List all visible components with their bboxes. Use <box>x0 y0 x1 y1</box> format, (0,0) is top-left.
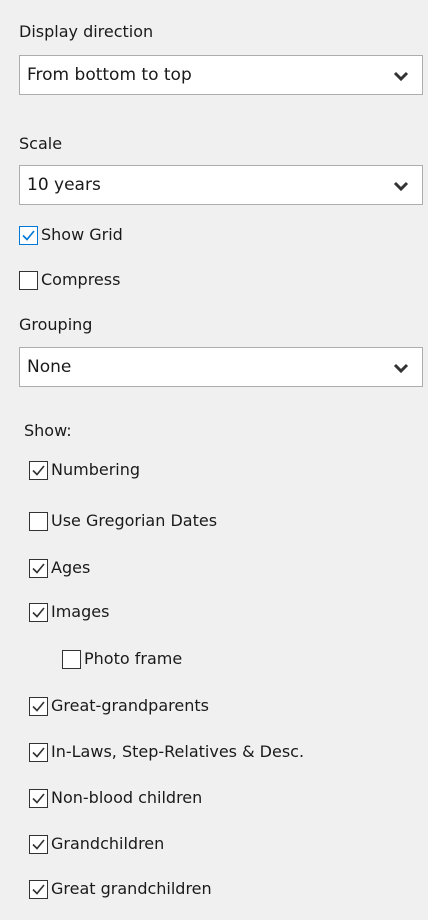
grouping-label: Grouping <box>19 315 93 334</box>
great-grandchildren-label: Great grandchildren <box>51 879 212 898</box>
scale-label: Scale <box>19 134 63 153</box>
chevron-down-icon[interactable] <box>393 360 409 374</box>
grouping-value: None <box>27 357 72 377</box>
use-gregorian-dates-label: Use Gregorian Dates <box>51 511 218 530</box>
checkbox-checked-icon[interactable] <box>29 696 48 716</box>
in-laws-label: In-Laws, Step-Relatives & Desc. <box>51 742 305 761</box>
show-grid-label: Show Grid <box>41 225 123 244</box>
images-checkbox[interactable]: Images <box>29 600 109 624</box>
checkbox-checked-icon[interactable] <box>19 225 38 245</box>
checkbox-checked-icon[interactable] <box>29 788 48 808</box>
great-grandchildren-checkbox[interactable]: Great grandchildren <box>29 877 212 901</box>
checkbox-checked-icon[interactable] <box>29 558 48 578</box>
checkbox-checked-icon[interactable] <box>29 879 48 899</box>
checkbox-checked-icon[interactable] <box>29 742 48 762</box>
ages-checkbox[interactable]: Ages <box>29 556 90 580</box>
photo-frame-label: Photo frame <box>84 649 183 668</box>
images-label: Images <box>51 602 110 621</box>
non-blood-children-checkbox[interactable]: Non-blood children <box>29 786 202 810</box>
display-direction-dropdown[interactable]: From bottom to top <box>19 55 423 95</box>
compress-label: Compress <box>41 270 121 289</box>
great-grandparents-checkbox[interactable]: Great-grandparents <box>29 694 209 718</box>
scale-dropdown[interactable]: 10 years <box>19 165 423 205</box>
scale-value: 10 years <box>27 175 101 195</box>
show-grid-checkbox[interactable]: Show Grid <box>19 223 123 247</box>
grandchildren-label: Grandchildren <box>51 834 165 853</box>
in-laws-checkbox[interactable]: In-Laws, Step-Relatives & Desc. <box>29 740 304 764</box>
grandchildren-checkbox[interactable]: Grandchildren <box>29 832 164 856</box>
options-panel: Display direction From bottom to top Sca… <box>0 0 428 920</box>
checkbox-checked-icon[interactable] <box>29 460 48 480</box>
checkbox-unchecked-icon[interactable] <box>62 649 81 669</box>
grouping-dropdown[interactable]: None <box>19 347 423 387</box>
checkbox-unchecked-icon[interactable] <box>19 270 38 290</box>
use-gregorian-dates-checkbox[interactable]: Use Gregorian Dates <box>29 509 217 533</box>
photo-frame-checkbox[interactable]: Photo frame <box>62 647 182 671</box>
show-heading: Show: <box>24 421 72 440</box>
non-blood-children-label: Non-blood children <box>51 788 203 807</box>
ages-label: Ages <box>51 558 91 577</box>
display-direction-value: From bottom to top <box>27 65 192 85</box>
chevron-down-icon[interactable] <box>393 178 409 192</box>
chevron-down-icon[interactable] <box>393 68 409 82</box>
checkbox-checked-icon[interactable] <box>29 602 48 622</box>
checkbox-checked-icon[interactable] <box>29 834 48 854</box>
numbering-label: Numbering <box>51 460 141 479</box>
numbering-checkbox[interactable]: Numbering <box>29 458 140 482</box>
great-grandparents-label: Great-grandparents <box>51 696 209 715</box>
compress-checkbox[interactable]: Compress <box>19 268 120 292</box>
display-direction-label: Display direction <box>19 22 154 41</box>
checkbox-unchecked-icon[interactable] <box>29 511 48 531</box>
